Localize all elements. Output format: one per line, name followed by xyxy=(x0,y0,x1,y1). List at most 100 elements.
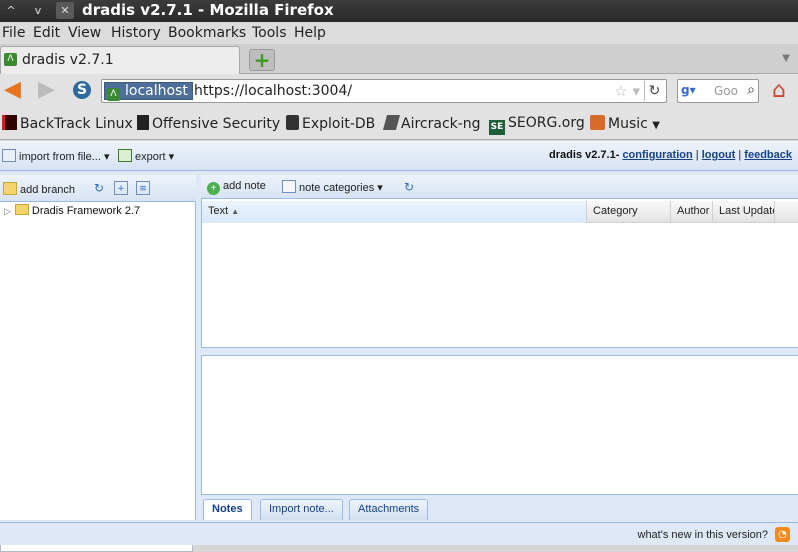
window-maximize-button[interactable]: v xyxy=(29,2,47,19)
window-minimize-button[interactable]: ^ xyxy=(2,2,20,19)
tab-attachments[interactable]: Attachments xyxy=(349,499,429,520)
sort-asc-icon: ▲ xyxy=(231,207,240,216)
import-icon xyxy=(2,149,16,162)
menu-history[interactable]: History xyxy=(111,25,161,41)
bookmark-seorg[interactable]: SE SEORG.org xyxy=(489,115,585,135)
column-last-update[interactable]: Last Update xyxy=(713,201,775,223)
column-text[interactable]: Text ▲ xyxy=(202,201,587,223)
site-identity-label: localhost xyxy=(125,83,188,99)
add-note-label: add note xyxy=(223,180,266,192)
feedback-link[interactable]: feedback xyxy=(744,149,792,161)
reload-icon[interactable]: ↻ xyxy=(644,81,664,101)
folder-icon xyxy=(590,115,605,130)
bookmarks-bar: BackTrack Linux Offensive Security Explo… xyxy=(0,108,798,140)
configuration-link[interactable]: configuration xyxy=(622,149,692,161)
stumble-icon[interactable]: S xyxy=(73,81,91,99)
search-placeholder: Goo xyxy=(714,84,738,98)
notes-grid: Text ▲ Category Author Last Update xyxy=(201,199,798,348)
window-titlebar: ^ v ✕ dradis v2.7.1 - Mozilla Firefox xyxy=(0,0,798,22)
tab-notes[interactable]: Notes xyxy=(203,499,252,520)
bookmark-star-icon[interactable]: ☆ ▾ xyxy=(614,82,640,100)
backtrack-icon xyxy=(2,115,17,130)
tree-node-root[interactable]: ▷ Dradis Framework 2.7 xyxy=(4,204,140,217)
menu-edit[interactable]: Edit xyxy=(33,25,60,41)
google-icon[interactable]: g▾ xyxy=(681,83,697,99)
exploit-db-icon xyxy=(286,115,299,130)
search-box[interactable]: g▾ Goo ⌕ xyxy=(677,79,759,103)
note-categories-button[interactable]: note categories ▾ xyxy=(282,180,383,194)
forward-icon[interactable]: ▶ xyxy=(38,79,55,101)
bookmark-music-folder[interactable]: Music ▼ xyxy=(590,115,660,132)
menu-file[interactable]: File xyxy=(2,25,25,41)
note-categories-label: note categories xyxy=(299,182,375,194)
add-note-button[interactable]: + add note xyxy=(207,180,266,195)
menu-view[interactable]: View xyxy=(68,25,101,41)
categories-icon xyxy=(282,180,296,193)
brand-label: dradis v2.7.1 xyxy=(549,149,616,161)
refresh-notes-icon[interactable]: ↻ xyxy=(402,180,416,194)
offsec-icon xyxy=(137,115,149,130)
chevron-down-icon: ▼ xyxy=(652,120,660,131)
bookmark-label: BackTrack Linux xyxy=(20,116,133,132)
bookmark-exploit-db[interactable]: Exploit-DB xyxy=(286,115,375,132)
whats-new-link[interactable]: what's new in this version? xyxy=(638,529,769,541)
link-separator: | xyxy=(738,149,742,161)
aircrack-icon xyxy=(382,115,401,130)
tab-dradis[interactable]: Λ dradis v2.7.1 xyxy=(0,46,240,74)
notes-panel: + add note note categories ▾ ↻ Text ▲ Cat… xyxy=(201,175,798,520)
export-icon xyxy=(118,149,132,162)
add-folder-icon xyxy=(3,182,17,195)
brand-dash: - xyxy=(615,149,620,161)
search-icon[interactable]: ⌕ xyxy=(747,82,755,98)
import-from-file-button[interactable]: import from file... ▾ xyxy=(2,149,109,163)
menu-bar: File Edit View History Bookmarks Tools H… xyxy=(0,22,798,44)
tree-node-label: Dradis Framework 2.7 xyxy=(31,205,141,217)
back-icon[interactable]: ◀ xyxy=(4,79,21,101)
rss-icon[interactable]: ◔ xyxy=(775,527,790,542)
tree-panel: add branch ↻ + ≡ ▷Dradis Framework 2.7 F… xyxy=(0,175,196,552)
menu-help[interactable]: Help xyxy=(294,25,326,41)
folder-icon xyxy=(14,204,29,215)
notes-toolbar: + add note note categories ▾ ↻ xyxy=(201,175,798,199)
bookmark-label: Music xyxy=(608,116,648,132)
dradis-app: import from file... ▾ export ▾ dradis v2… xyxy=(0,141,798,552)
status-bar: what's new in this version? ◔ xyxy=(0,522,798,545)
window-close-button[interactable]: ✕ xyxy=(56,2,74,19)
refresh-tree-icon[interactable]: ↻ xyxy=(92,181,106,195)
navigation-bar: ◀ ▶ S Λlocalhost https://localhost:3004/… xyxy=(0,74,798,108)
column-label: Text xyxy=(208,205,229,217)
menu-bookmarks[interactable]: Bookmarks xyxy=(168,25,246,41)
column-category[interactable]: Category xyxy=(587,201,671,223)
menu-tools[interactable]: Tools xyxy=(252,25,287,41)
bookmark-offensive-security[interactable]: Offensive Security xyxy=(137,115,280,132)
add-branch-label: add branch xyxy=(20,184,76,196)
logout-link[interactable]: logout xyxy=(702,149,736,161)
site-identity-button[interactable]: Λlocalhost xyxy=(104,82,193,101)
top-links: dradis v2.7.1- configuration | logout | … xyxy=(549,149,792,161)
export-button[interactable]: export ▾ xyxy=(118,149,174,163)
expand-arrow-icon[interactable]: ▷ xyxy=(4,206,11,216)
tab-import-note[interactable]: Import note... xyxy=(260,499,343,520)
app-toolbar: import from file... ▾ export ▾ dradis v2… xyxy=(0,141,798,171)
new-tab-button[interactable]: + xyxy=(249,49,275,71)
tab-list-icon[interactable]: ▼ xyxy=(782,53,790,64)
column-label: Last Update xyxy=(719,205,775,217)
column-label: Author xyxy=(677,205,710,217)
home-icon[interactable]: ⌂ xyxy=(765,78,793,104)
add-branch-button[interactable]: add branch xyxy=(3,182,75,196)
column-label: Category xyxy=(593,205,638,217)
grid-header: Text ▲ Category Author Last Update xyxy=(202,201,798,223)
column-author[interactable]: Author xyxy=(671,201,713,223)
url-bar[interactable]: Λlocalhost https://localhost:3004/ ☆ ▾ ↻ xyxy=(101,79,667,103)
bookmark-label: Exploit-DB xyxy=(302,116,376,132)
bookmark-aircrack[interactable]: Aircrack-ng xyxy=(382,115,481,132)
collapse-all-icon[interactable]: ≡ xyxy=(136,181,150,195)
add-icon: + xyxy=(207,182,220,195)
bookmark-label: Aircrack-ng xyxy=(401,116,481,132)
url-text[interactable]: https://localhost:3004/ xyxy=(194,83,352,99)
tab-bar: Λ dradis v2.7.1 + ▼ xyxy=(0,44,798,74)
bookmark-backtrack[interactable]: BackTrack Linux xyxy=(2,115,133,132)
expand-all-icon[interactable]: + xyxy=(114,181,128,195)
tab-label: dradis v2.7.1 xyxy=(22,52,114,68)
note-preview xyxy=(201,355,798,495)
